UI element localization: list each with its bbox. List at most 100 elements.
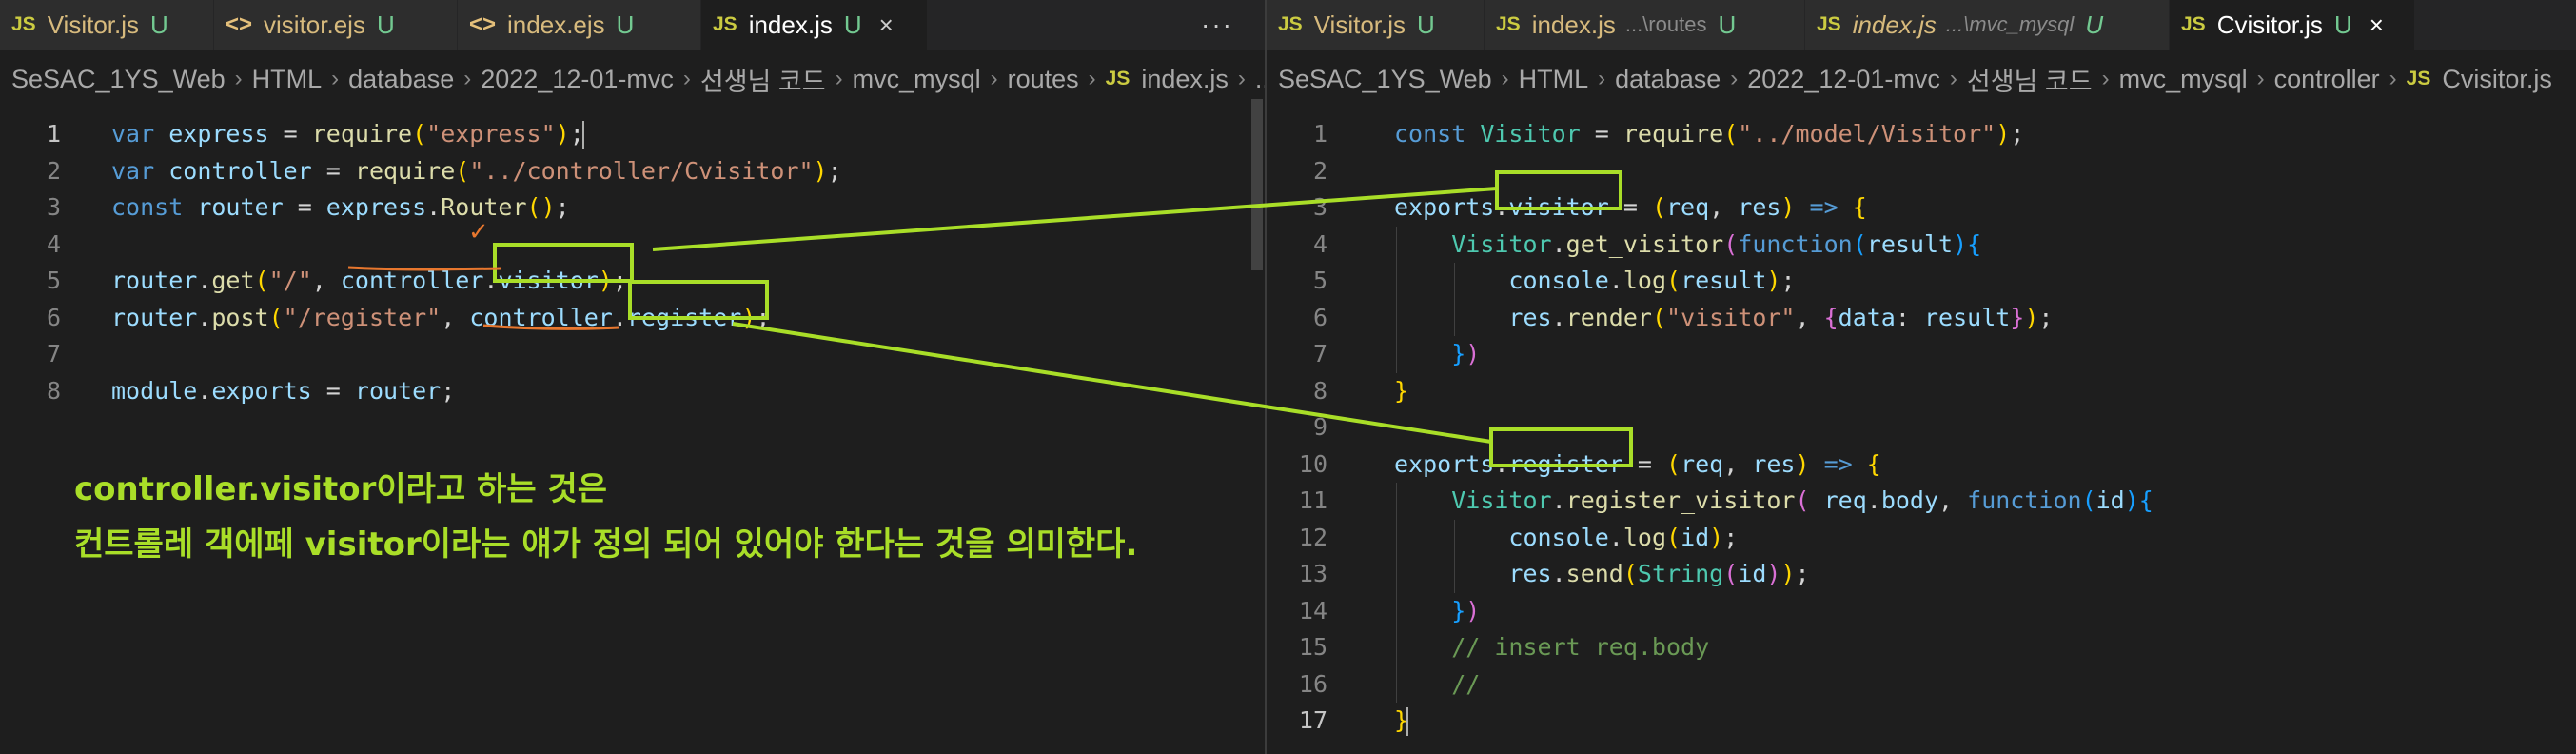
code-line[interactable]: 5 console.log(result); <box>1267 263 2576 299</box>
chevron-right-icon: › <box>2389 66 2397 91</box>
javascript-file-icon: JS <box>1278 13 1303 35</box>
breadcrumb-item[interactable]: mvc_mysql <box>853 65 981 94</box>
code-editor-left[interactable]: 1 var express = require("express"); 2 var c… <box>0 99 1265 754</box>
tab-visitor-ejs[interactable]: <> visitor.ejs U <box>214 0 458 50</box>
line-number: 12 <box>1298 523 1327 551</box>
tab-index-ejs[interactable]: <> index.ejs U <box>458 0 701 50</box>
code-text: exports.visitor = (req, res) => { <box>1394 193 1867 221</box>
code-text: }) <box>1451 340 1481 367</box>
annotation-line-1: controller.visitor이라고 하는 것은 <box>74 470 608 508</box>
tab-index-js[interactable]: JS index.js U × <box>701 0 928 50</box>
breadcrumb-item[interactable]: 선생님 코드 <box>700 61 826 98</box>
javascript-file-icon: JS <box>1817 13 1841 35</box>
code-line[interactable]: 5 router.get("/", controller.visitor); <box>0 263 1265 299</box>
code-line[interactable]: 11 Visitor.register_visitor( req.body, f… <box>1267 483 2576 519</box>
breadcrumb-item[interactable]: routes <box>1008 65 1079 94</box>
code-line[interactable]: 3 const router = express.Router(); <box>0 189 1265 226</box>
code-text: }) <box>1451 596 1481 625</box>
code-line[interactable]: 6 res.render("visitor", {data: result}); <box>1267 300 2576 336</box>
more-actions-icon[interactable]: ··· <box>1201 0 1233 50</box>
code-line[interactable]: 13 res.send(String(id)); <box>1267 556 2576 592</box>
code-line[interactable]: 17} <box>1267 703 2576 739</box>
code-line[interactable]: 4 Visitor.get_visitor(function(result){ <box>1267 227 2576 263</box>
code-line[interactable]: 3 exports.visitor = (req, res) => { <box>1267 189 2576 226</box>
code-line[interactable]: 10 exports.register = (req, res) => { <box>1267 446 2576 483</box>
close-icon[interactable]: × <box>2370 10 2384 40</box>
left-tab-bar: JS Visitor.js U <> visitor.ejs U <> inde… <box>0 0 1265 50</box>
chevron-right-icon: › <box>234 66 243 91</box>
line-number: 14 <box>1298 596 1327 625</box>
code-line[interactable]: 7 }) <box>1267 336 2576 372</box>
right-tab-bar: JS Visitor.js U JS index.js ...\routes U… <box>1267 0 2576 50</box>
code-line[interactable]: 2 <box>1267 153 2576 189</box>
annotation-line-2: 컨트롤레 객에페 visitor이라는 얘가 정의 되어 있어야 한다는 것을 … <box>74 526 1138 564</box>
breadcrumb-item[interactable]: 선생님 코드 <box>1967 61 2093 98</box>
tab-label: Visitor.js <box>1313 10 1406 39</box>
breadcrumb-item[interactable]: 2022_12-01-mvc <box>1747 65 1940 94</box>
tab-label: index.ejs <box>507 10 605 39</box>
code-line[interactable]: 7 <box>0 336 1265 372</box>
untracked-badge: U <box>1417 10 1435 39</box>
line-number: 8 <box>46 376 61 405</box>
indent-guide <box>1396 226 1397 373</box>
breadcrumb-file[interactable]: index.js <box>1141 65 1229 94</box>
breadcrumb-item[interactable]: controller <box>2274 65 2380 94</box>
code-line[interactable]: 4 <box>0 227 1265 263</box>
tab-label: index.js <box>748 10 833 39</box>
code-line[interactable]: 14 }) <box>1267 593 2576 629</box>
code-line[interactable]: 1 const Visitor = require("../model/Visit… <box>1267 116 2576 152</box>
code-text: // insert req.body <box>1451 633 1710 661</box>
breadcrumb-item[interactable]: mvc_mysql <box>2119 65 2248 94</box>
code-line[interactable]: 16 // <box>1267 666 2576 703</box>
breadcrumb-item[interactable]: SeSAC_1YS_Web <box>1278 65 1492 94</box>
code-line[interactable]: 1 var express = require("express"); <box>0 116 1265 152</box>
line-number: 1 <box>1312 120 1327 148</box>
vertical-scrollbar[interactable] <box>1251 99 1265 754</box>
chevron-right-icon: › <box>1237 66 1246 91</box>
tab-mvc-mysql-index-js[interactable]: JS index.js ...\mvc_mysql U <box>1805 0 2170 50</box>
line-number: 4 <box>1312 229 1327 258</box>
line-number: 10 <box>1298 449 1327 478</box>
breadcrumb-item[interactable]: 2022_12-01-mvc <box>481 65 674 94</box>
code-line[interactable]: 15 // insert req.body <box>1267 629 2576 665</box>
breadcrumb-item[interactable]: database <box>1615 65 1721 94</box>
breadcrumb-more[interactable]: ... <box>1255 65 1265 94</box>
indent-guide <box>1454 263 1455 336</box>
code-editor-right[interactable]: 1 const Visitor = require("../model/Visit… <box>1267 99 2576 754</box>
tab-visitor-js[interactable]: JS Visitor.js U <box>0 0 214 50</box>
breadcrumb-item[interactable]: database <box>348 65 454 94</box>
code-line[interactable]: 8 module.exports = router; <box>0 373 1265 409</box>
code-text: } <box>1394 706 1409 736</box>
scrollbar-thumb[interactable] <box>1251 99 1263 270</box>
javascript-file-icon: JS <box>1105 68 1131 89</box>
tab-description: ...\routes <box>1624 12 1707 36</box>
code-text: module.exports = router; <box>111 376 456 405</box>
line-number: 5 <box>46 267 61 294</box>
breadcrumb-item[interactable]: HTML <box>1519 65 1589 94</box>
code-text: const router = express.Router(); <box>111 193 570 221</box>
code-line[interactable]: 8} <box>1267 373 2576 409</box>
right-editor-pane: JS Visitor.js U JS index.js ...\routes U… <box>1267 0 2576 754</box>
code-text: res.send(String(id)); <box>1508 560 1810 587</box>
code-line[interactable]: 2 var controller = require("../controller… <box>0 153 1265 189</box>
code-line[interactable]: 12 console.log(id); <box>1267 520 2576 556</box>
breadcrumb-item[interactable]: HTML <box>252 65 323 94</box>
close-icon[interactable]: × <box>879 10 894 40</box>
breadcrumb-file[interactable]: Cvisitor.js <box>2442 65 2552 94</box>
code-line[interactable]: 6 router.post("/register", controller.reg… <box>0 300 1265 336</box>
tab-cvisitor-js[interactable]: JS Cvisitor.js U × <box>2170 0 2415 50</box>
line-number: 5 <box>1312 267 1327 294</box>
line-number: 3 <box>1312 193 1327 221</box>
tab-routes-index-js[interactable]: JS index.js ...\routes U <box>1485 0 1805 50</box>
line-number: 2 <box>1312 156 1327 185</box>
tab-label: Cvisitor.js <box>2216 10 2323 39</box>
chevron-right-icon: › <box>1730 66 1739 91</box>
line-number: 1 <box>46 120 61 148</box>
line-number: 11 <box>1298 486 1327 514</box>
breadcrumb-item[interactable]: SeSAC_1YS_Web <box>11 65 226 94</box>
tab-visitor-js[interactable]: JS Visitor.js U <box>1267 0 1485 50</box>
template-file-icon: <> <box>226 11 253 37</box>
code-line[interactable]: 9 <box>1267 409 2576 446</box>
tab-description: ...\mvc_mysql <box>1945 12 2075 36</box>
code-text: Visitor.register_visitor( req.body, func… <box>1451 486 2153 514</box>
